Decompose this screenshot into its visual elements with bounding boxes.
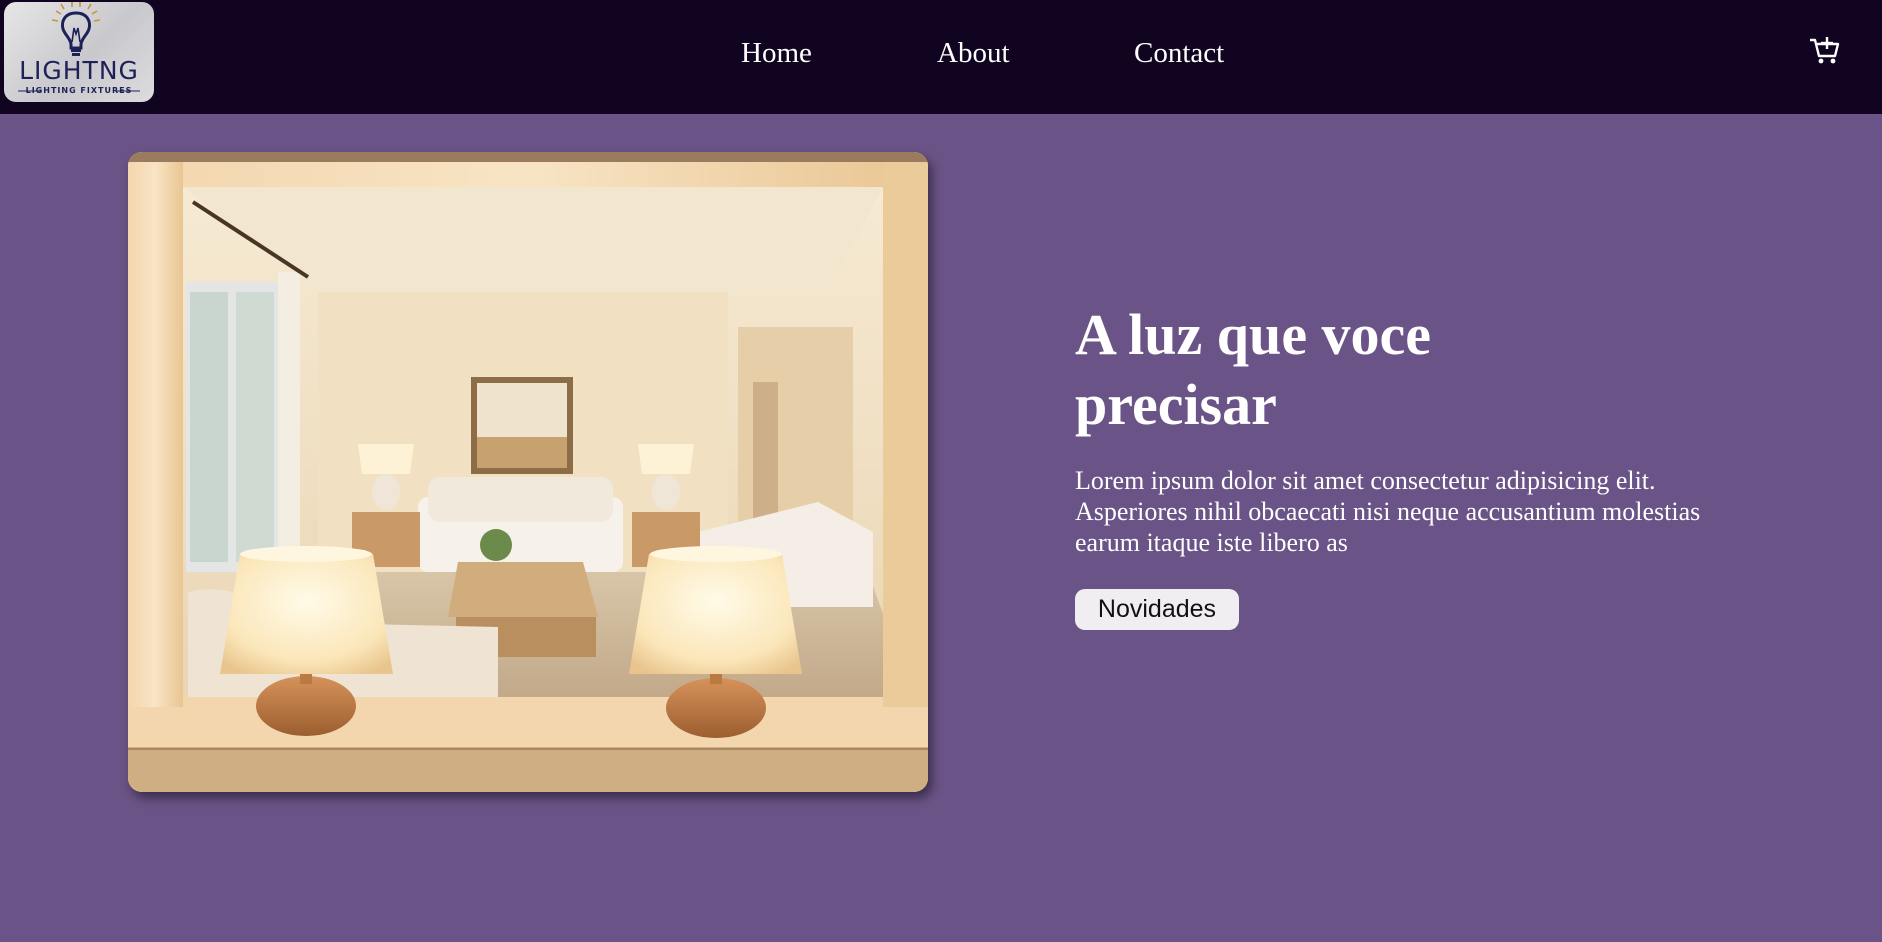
cart-icon: [1810, 37, 1840, 64]
hero-title: A luz que voce precisar: [1075, 302, 1432, 437]
navbar: LIGHTNG LIGHTING FIXTURES Home About Con…: [0, 0, 1882, 114]
logo-wordmark: LIGHTNG: [19, 56, 139, 85]
novidades-button[interactable]: Novidades: [1075, 589, 1239, 630]
logo-tagline: LIGHTING FIXTURES: [25, 86, 133, 95]
nav-contact[interactable]: Contact: [1134, 36, 1224, 70]
hero-image: [128, 152, 928, 792]
nav-home[interactable]: Home: [741, 36, 812, 70]
living-room-photo: [128, 152, 928, 792]
hero-description: Lorem ipsum dolor sit amet consectetur a…: [1075, 466, 1701, 557]
nav-about[interactable]: About: [937, 36, 1010, 70]
brand-logo[interactable]: LIGHTNG LIGHTING FIXTURES: [4, 2, 154, 102]
cart-button[interactable]: [1808, 34, 1840, 66]
